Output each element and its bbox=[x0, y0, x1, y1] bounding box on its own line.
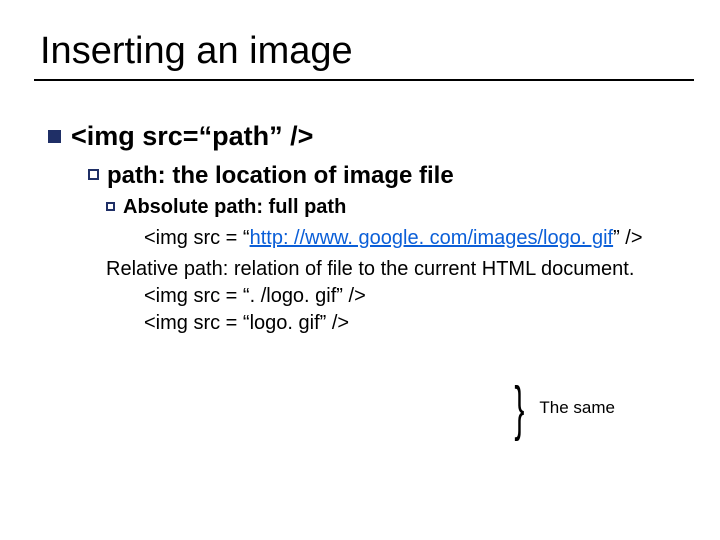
lvl2-text: path: the location of image file bbox=[107, 162, 454, 190]
bullet-level-2: path: the location of image file bbox=[88, 162, 680, 190]
abs-link[interactable]: http: //www. google. com/images/logo. gi… bbox=[250, 227, 614, 249]
abs-pre: <img src = “ bbox=[144, 227, 250, 249]
hollow-square-bullet-icon bbox=[88, 169, 99, 180]
small-hollow-square-bullet-icon bbox=[106, 202, 115, 211]
brace-icon: } bbox=[514, 384, 524, 432]
bullet-level-1: <img src=“path” /> bbox=[48, 121, 680, 152]
square-bullet-icon bbox=[48, 130, 61, 143]
relative-example-2: <img src = “logo. gif” /> bbox=[106, 310, 680, 337]
lvl3-text: Absolute path: full path bbox=[123, 196, 346, 219]
lvl3-block: Absolute path: full path bbox=[48, 196, 680, 219]
lvl1-text: <img src=“path” /> bbox=[71, 121, 313, 152]
slide-title: Inserting an image bbox=[40, 30, 680, 73]
note-area: } The same bbox=[501, 388, 615, 428]
absolute-example-block: <img src = “http: //www. google. com/ima… bbox=[48, 225, 680, 252]
bullet-level-3: Absolute path: full path bbox=[106, 196, 680, 219]
relative-block: Relative path: relation of file to the c… bbox=[48, 256, 680, 337]
relative-intro: Relative path: relation of file to the c… bbox=[106, 256, 680, 283]
note-text: The same bbox=[539, 398, 615, 418]
abs-post: ” /> bbox=[613, 227, 642, 249]
absolute-example-line: <img src = “http: //www. google. com/ima… bbox=[144, 225, 680, 252]
lvl2-block: path: the location of image file bbox=[48, 162, 680, 190]
slide: Inserting an image <img src=“path” /> pa… bbox=[0, 0, 720, 540]
content-area: <img src=“path” /> path: the location of… bbox=[40, 81, 680, 337]
relative-example-1: <img src = “. /logo. gif” /> bbox=[106, 283, 680, 310]
